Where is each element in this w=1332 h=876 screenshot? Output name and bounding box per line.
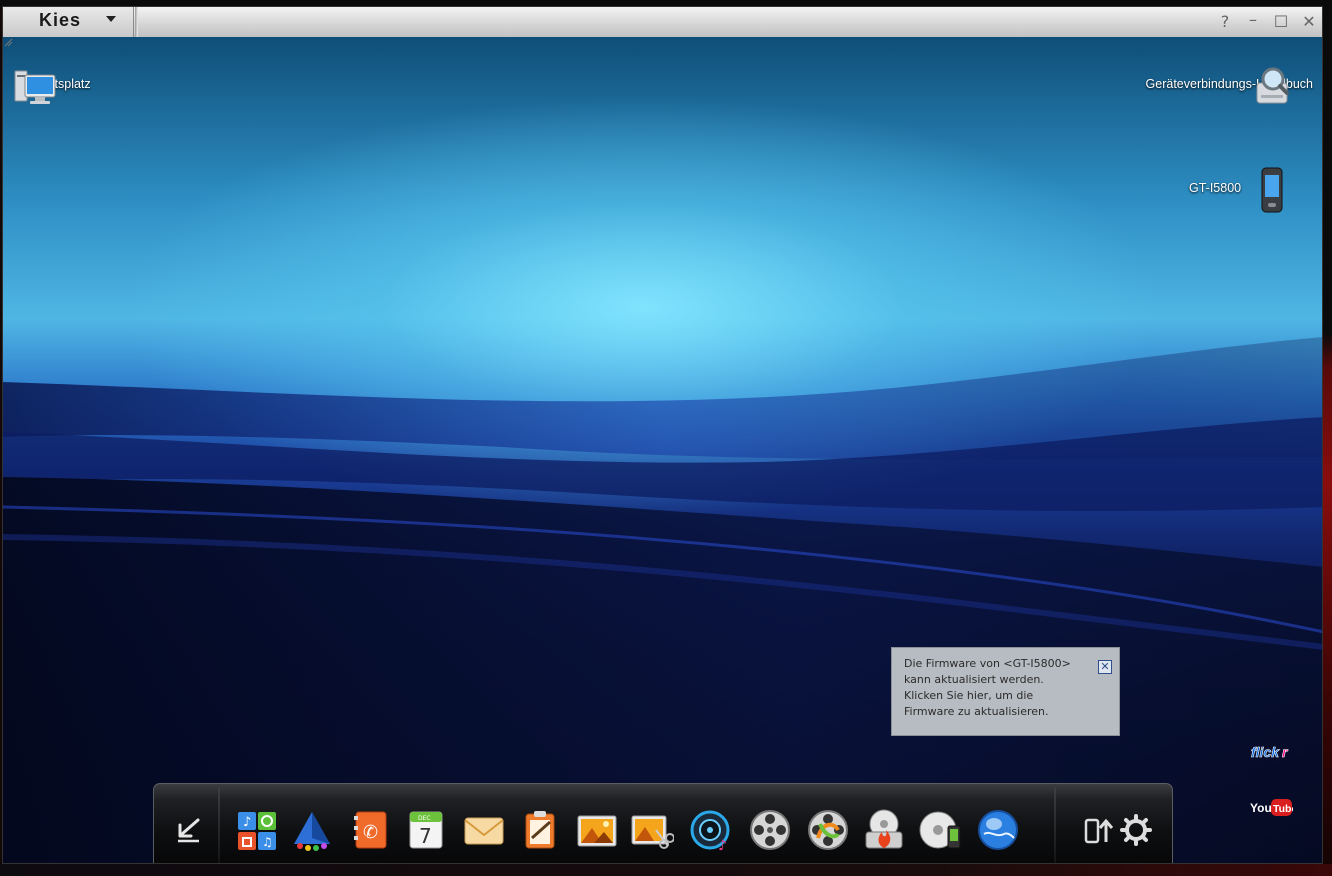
calendar-month: DEC <box>418 815 431 822</box>
kies-window: Kies ? – ☐ ✕ Arbeitsplatz Geräteverbindu… <box>2 6 1323 864</box>
help-button[interactable]: ? <box>1215 12 1235 32</box>
dock-video-converter-button[interactable] <box>806 808 850 852</box>
title-bar: Kies ? – ☐ ✕ <box>3 7 1322 38</box>
dock-minimize-button[interactable] <box>166 808 210 852</box>
firmware-notification[interactable]: Die Firmware von <GT-I5800> kann aktuali… <box>891 647 1120 736</box>
svg-text:Tube: Tube <box>1273 803 1293 815</box>
cd-device-icon <box>919 811 961 849</box>
calendar-icon: DEC 7 <box>409 811 443 849</box>
wallpaper-waves <box>3 337 1322 863</box>
dock-memo-button[interactable] <box>518 808 562 852</box>
phonebook-icon: ✆ <box>354 811 387 849</box>
film-convert-icon <box>808 810 848 850</box>
dock-bar: ♪ ♫ ✆ DEC 7 ♪ <box>153 783 1173 863</box>
dock-divider <box>218 788 220 863</box>
dock-photo-editor-button[interactable] <box>630 808 674 852</box>
gear-icon <box>1120 814 1152 846</box>
svg-text:♫: ♫ <box>262 835 273 849</box>
svg-text:♪: ♪ <box>243 815 251 830</box>
cd-burn-icon <box>865 809 903 849</box>
dock-divider <box>1054 788 1056 863</box>
title-divider <box>135 7 138 37</box>
notification-close-button[interactable]: ✕ <box>1098 660 1112 674</box>
notification-message: Die Firmware von <GT-I5800> kann aktuali… <box>904 657 1071 718</box>
youtube-icon: You Tube <box>1250 799 1293 816</box>
dock-settings-button[interactable] <box>1114 808 1158 852</box>
desktop-icon-handbuch[interactable]: Geräteverbindungs-Handbuch <box>1141 65 1313 104</box>
dock-photos-button[interactable] <box>576 808 620 852</box>
phone-icon <box>1261 167 1283 213</box>
desktop-area: Arbeitsplatz Geräteverbindungs-Handbuch … <box>3 37 1322 863</box>
film-reel-icon <box>750 810 790 850</box>
globe-icon <box>978 810 1018 850</box>
search-manual-icon <box>1256 67 1289 104</box>
close-button[interactable]: ✕ <box>1299 12 1319 32</box>
dock-internet-button[interactable] <box>976 808 1020 852</box>
dock-tools-button[interactable] <box>290 808 334 852</box>
dock-messages-button[interactable] <box>462 808 506 852</box>
library-icon: ♪ ♫ <box>238 812 276 850</box>
photo-icon <box>577 815 617 847</box>
computer-icon <box>14 70 56 104</box>
svg-text:✆: ✆ <box>363 822 378 843</box>
background-window-edge <box>1323 0 1332 876</box>
app-logo: Kies <box>39 10 82 30</box>
calendar-day: 7 <box>419 824 432 848</box>
dock-contacts-button[interactable]: ✆ <box>348 808 392 852</box>
dock-cd-burner-button[interactable] <box>862 808 906 852</box>
dock-cd-device-button[interactable] <box>918 808 962 852</box>
envelope-icon <box>464 817 504 845</box>
svg-text:♪: ♪ <box>718 838 727 852</box>
svg-text:You: You <box>1250 801 1272 815</box>
desktop-icon-label: GT-I5800 <box>1189 181 1242 195</box>
music-speaker-icon: ♪ <box>690 810 730 852</box>
pyramid-icon <box>294 812 330 851</box>
app-menu-button[interactable]: Kies <box>3 7 134 37</box>
flickr-icon: flick r <box>1251 744 1289 761</box>
svg-text:r: r <box>1282 744 1289 760</box>
photo-edit-icon <box>631 815 674 849</box>
svg-text:flick: flick <box>1251 744 1280 760</box>
desktop-icon-arbeitsplatz[interactable]: Arbeitsplatz <box>13 67 103 104</box>
screen-bottom-edge <box>0 864 1332 876</box>
clipboard-icon <box>525 811 555 849</box>
desktop-icon-device[interactable]: GT-I5800 <box>1183 167 1293 217</box>
minimize-button[interactable]: – <box>1243 10 1263 30</box>
resize-grip-icon[interactable] <box>3 37 13 47</box>
dock-calendar-button[interactable]: DEC 7 <box>404 808 448 852</box>
dock-music-button[interactable]: ♪ <box>690 808 734 852</box>
dock-library-button[interactable]: ♪ ♫ <box>234 808 278 852</box>
dock-video-button[interactable] <box>748 808 792 852</box>
arrow-down-left-icon <box>178 818 200 843</box>
chevron-down-icon <box>106 16 116 22</box>
maximize-button[interactable]: ☐ <box>1271 12 1291 32</box>
